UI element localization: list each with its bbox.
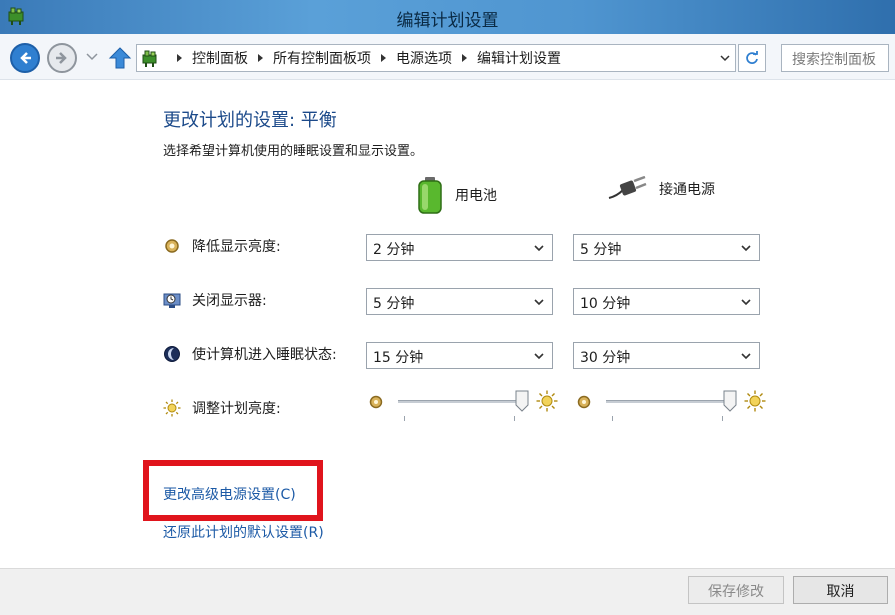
sleep-ac-select[interactable]: 30 分钟 — [573, 342, 760, 369]
refresh-icon — [746, 51, 758, 64]
back-button[interactable] — [10, 43, 40, 73]
highlight-annotation — [143, 460, 323, 521]
chevron-down-icon — [534, 299, 544, 306]
page-description: 选择希望计算机使用的睡眠设置和显示设置。 — [163, 144, 424, 159]
chevron-down-icon — [741, 299, 751, 306]
breadcrumb-separator-icon[interactable] — [462, 54, 467, 62]
turn-off-display-battery-select[interactable]: 5 分钟 — [366, 288, 553, 315]
chevron-down-icon[interactable] — [719, 52, 731, 64]
sleep-battery-select[interactable]: 15 分钟 — [366, 342, 553, 369]
select-value: 2 分钟 — [373, 242, 415, 258]
turn-off-display-ac-select[interactable]: 10 分钟 — [573, 288, 760, 315]
select-value: 30 分钟 — [580, 350, 631, 366]
turn-off-display-label: 关闭显示器: — [192, 293, 267, 309]
battery-icon — [418, 177, 442, 214]
slider-track[interactable] — [398, 400, 522, 403]
up-arrow-icon[interactable] — [108, 46, 132, 70]
brightness-battery-slider[interactable] — [368, 388, 558, 421]
brightness-row-label: 调整计划亮度: — [163, 398, 281, 418]
select-value: 10 分钟 — [580, 296, 631, 312]
battery-column-header: 用电池 — [417, 176, 497, 214]
slider-tick — [612, 416, 613, 421]
save-changes-button[interactable]: 保存修改 — [688, 576, 784, 604]
dim-display-icon — [165, 239, 179, 253]
breadcrumb-item-all-items[interactable]: 所有控制面板项 — [273, 48, 371, 68]
select-value: 5 分钟 — [580, 242, 622, 258]
chevron-down-icon — [741, 353, 751, 360]
breadcrumb-separator-icon[interactable] — [177, 54, 182, 62]
search-input[interactable]: 搜索控制面板 — [781, 44, 889, 72]
arrow-left-icon — [20, 52, 31, 64]
refresh-button[interactable] — [738, 44, 766, 72]
dim-brightness-icon — [577, 395, 591, 409]
slider-tick — [404, 416, 405, 421]
dim-display-ac-select[interactable]: 5 分钟 — [573, 234, 760, 261]
moon-sleep-icon — [164, 346, 180, 362]
bright-sun-icon — [744, 390, 766, 412]
control-panel-icon — [142, 50, 157, 67]
breadcrumb-item-control-panel[interactable]: 控制面板 — [192, 48, 248, 68]
navigation-bar: 控制面板 所有控制面板项 电源选项 编辑计划设置 搜索控制面板 — [0, 34, 895, 80]
recent-pages-chevron-icon[interactable] — [86, 52, 98, 62]
breadcrumb: 控制面板 所有控制面板项 电源选项 编辑计划设置 — [167, 45, 561, 71]
sun-icon — [163, 399, 181, 417]
slider-tick — [722, 416, 723, 421]
slider-thumb[interactable] — [515, 390, 529, 412]
select-value: 5 分钟 — [373, 296, 415, 312]
main-content: 更改计划的设置: 平衡 选择希望计算机使用的睡眠设置和显示设置。 用电池 接通电… — [0, 80, 895, 570]
restore-defaults-link[interactable]: 还原此计划的默认设置(R) — [163, 522, 324, 542]
brightness-label: 调整计划亮度: — [192, 401, 281, 417]
breadcrumb-item-edit-plan[interactable]: 编辑计划设置 — [477, 48, 561, 68]
cancel-button[interactable]: 取消 — [793, 576, 888, 604]
monitor-clock-icon — [163, 293, 181, 308]
arrow-right-icon — [56, 52, 67, 64]
breadcrumb-separator-icon[interactable] — [258, 54, 263, 62]
slider-thumb[interactable] — [723, 390, 737, 412]
dim-display-label: 降低显示亮度: — [192, 239, 281, 255]
brightness-ac-slider[interactable] — [576, 388, 766, 421]
select-value: 15 分钟 — [373, 350, 424, 366]
dim-display-battery-select[interactable]: 2 分钟 — [366, 234, 553, 261]
chevron-down-icon — [534, 245, 544, 252]
page-title: 更改计划的设置: 平衡 — [163, 110, 337, 131]
window-title: 编辑计划设置 — [396, 11, 499, 31]
chevron-down-icon — [534, 353, 544, 360]
chevron-down-icon — [741, 245, 751, 252]
breadcrumb-separator-icon[interactable] — [381, 54, 386, 62]
address-bar[interactable]: 控制面板 所有控制面板项 电源选项 编辑计划设置 — [136, 44, 736, 72]
slider-track[interactable] — [606, 400, 730, 403]
battery-column-label: 用电池 — [455, 188, 497, 204]
ac-column-header: 接通电源 — [607, 176, 715, 202]
dim-display-row-label: 降低显示亮度: — [163, 236, 281, 256]
footer-bar: 保存修改 取消 — [0, 568, 895, 615]
sleep-label: 使计算机进入睡眠状态: — [192, 347, 337, 363]
title-bar: 编辑计划设置 — [0, 0, 895, 34]
breadcrumb-item-power-options[interactable]: 电源选项 — [396, 48, 452, 68]
sleep-row-label: 使计算机进入睡眠状态: — [163, 344, 337, 364]
forward-button[interactable] — [47, 43, 77, 73]
turn-off-display-row-label: 关闭显示器: — [163, 290, 267, 310]
power-plug-icon — [608, 176, 647, 199]
bright-sun-icon — [536, 390, 558, 412]
ac-column-label: 接通电源 — [659, 182, 715, 198]
dim-brightness-icon — [369, 395, 383, 409]
slider-tick — [514, 416, 515, 421]
